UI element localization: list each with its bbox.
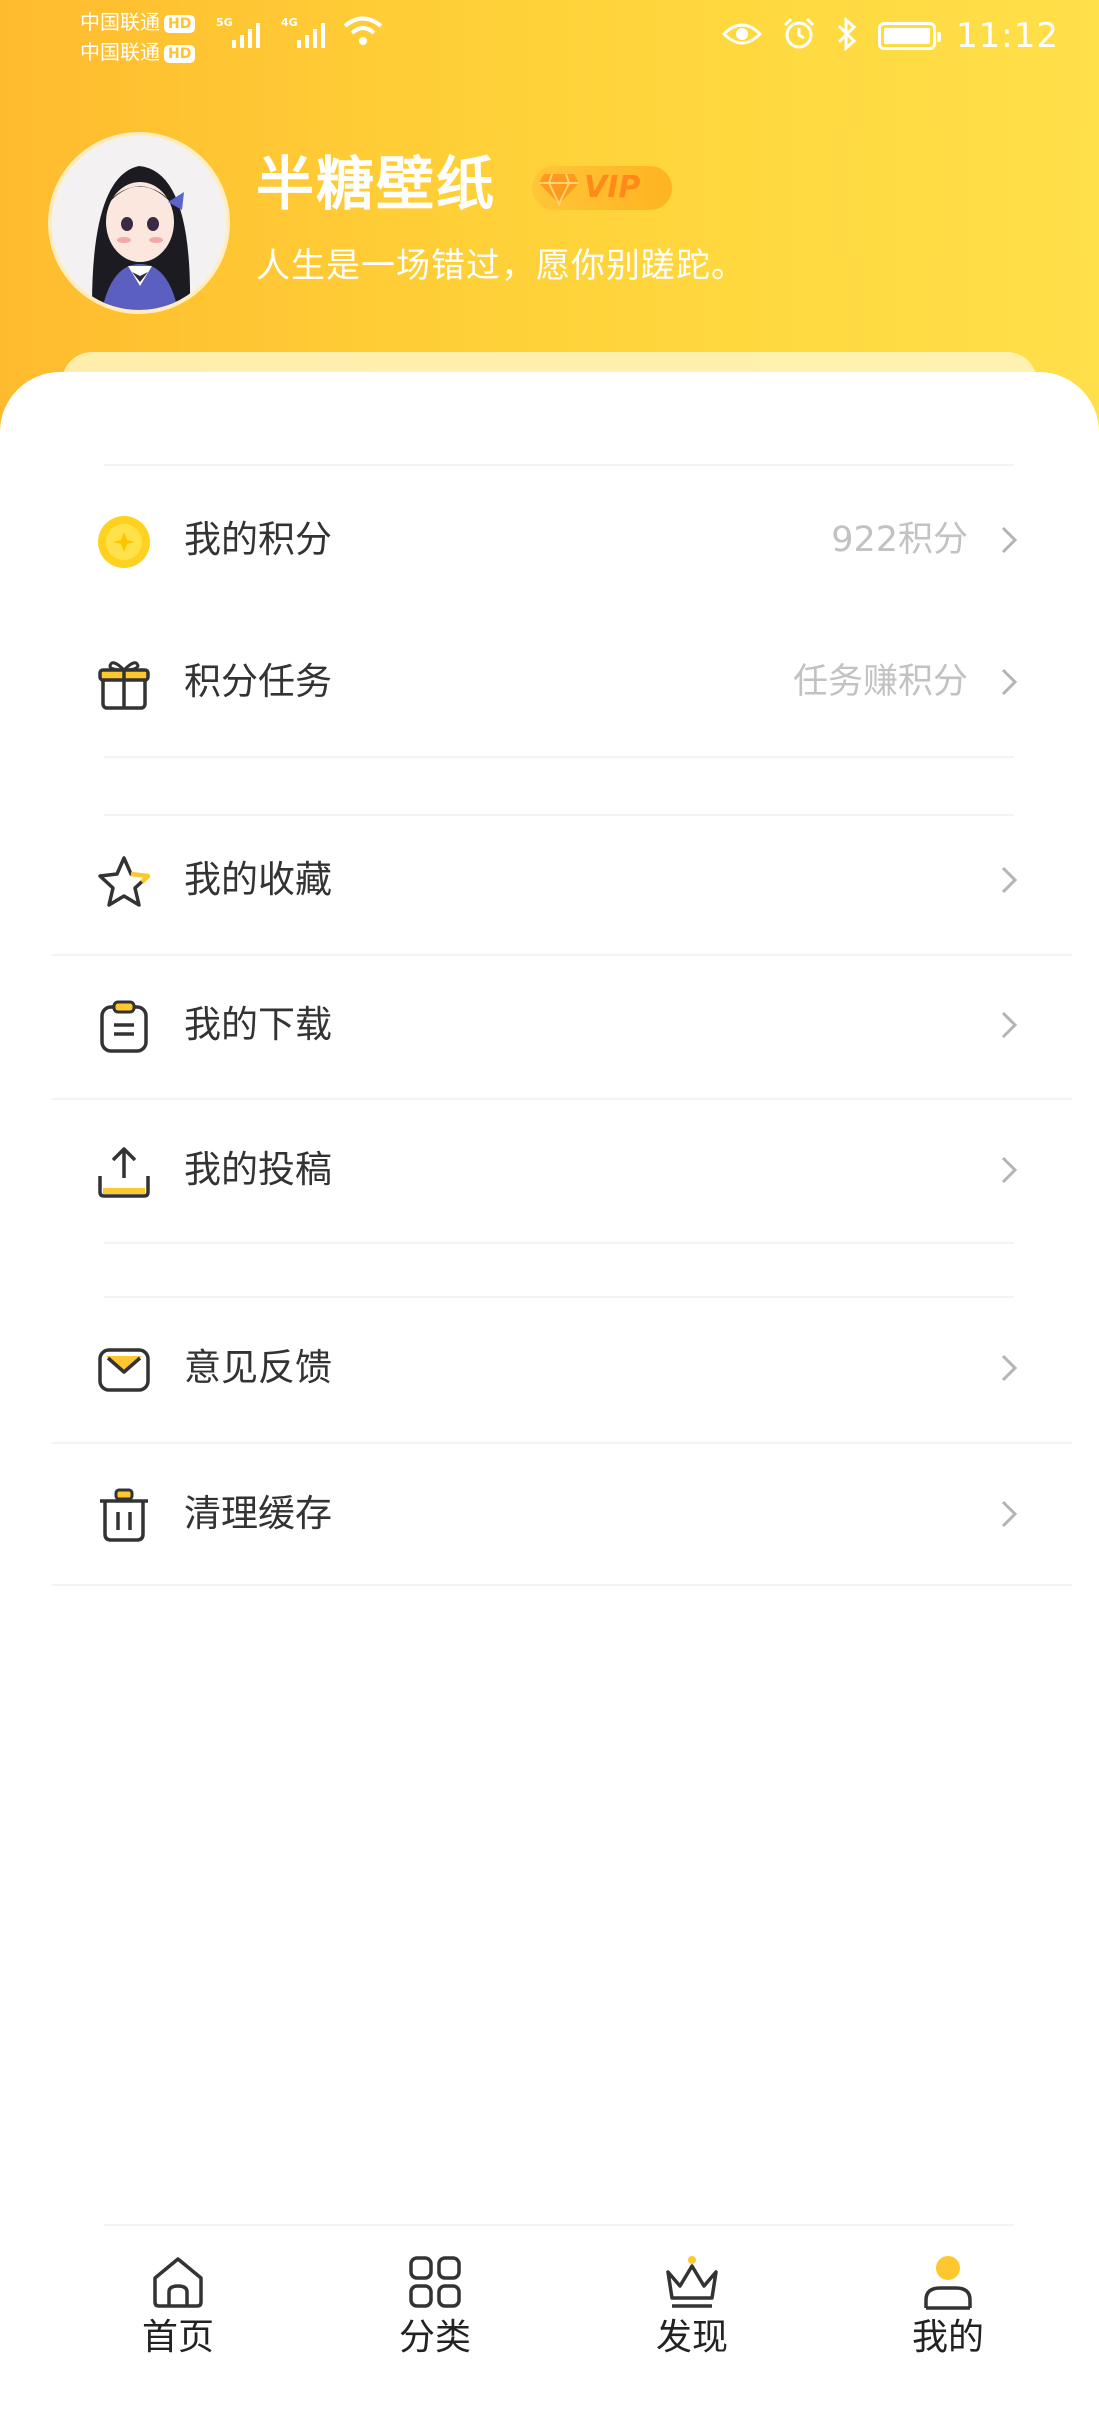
trash-icon bbox=[96, 1488, 152, 1544]
gift-icon bbox=[96, 656, 152, 712]
carrier-2-name: 中国联通 bbox=[80, 40, 160, 64]
menu-item-tasks[interactable]: 积分任务 任务赚积分 bbox=[52, 622, 1052, 742]
tasks-value: 任务赚积分 bbox=[792, 662, 968, 702]
carrier-2: 中国联通 HD bbox=[80, 40, 196, 64]
avatar[interactable] bbox=[52, 136, 226, 310]
battery-icon bbox=[878, 22, 942, 50]
tab-category[interactable]: 分类 bbox=[365, 2254, 505, 2374]
user-icon bbox=[920, 2254, 976, 2310]
divider bbox=[52, 954, 1072, 956]
menu-item-favorites[interactable]: 我的收藏 bbox=[52, 820, 1052, 940]
crown-icon bbox=[664, 2254, 720, 2310]
menu-item-uploads-label: 我的投稿 bbox=[184, 1148, 332, 1191]
menu-item-points-label: 我的积分 bbox=[184, 518, 332, 561]
grid-icon bbox=[407, 2254, 463, 2310]
status-bar-right: 11:12 bbox=[721, 12, 1059, 60]
menu-item-feedback[interactable]: 意见反馈 bbox=[52, 1308, 1052, 1428]
menu-item-downloads[interactable]: 我的下载 bbox=[52, 965, 1052, 1085]
vip-badge: VIP bbox=[532, 166, 672, 210]
tab-mine-label: 我的 bbox=[911, 2317, 984, 2358]
status-bar-left: 中国联通 HD 中国联通 HD 5G 4G bbox=[80, 4, 383, 68]
bluetooth-icon bbox=[836, 16, 858, 55]
sim1-network-label: 5G bbox=[216, 16, 233, 29]
points-value: 922积分 bbox=[831, 520, 968, 560]
menu-item-clear-cache-label: 清理缓存 bbox=[184, 1492, 332, 1535]
carrier-1-name: 中国联通 bbox=[80, 10, 160, 34]
divider bbox=[104, 756, 1014, 758]
signal-4g-icon: 4G bbox=[281, 16, 329, 55]
hd-badge-2: HD bbox=[164, 44, 196, 63]
eye-icon bbox=[721, 20, 763, 52]
tab-discover-label: 发现 bbox=[655, 2317, 728, 2358]
menu-item-uploads[interactable]: 我的投稿 bbox=[52, 1110, 1052, 1230]
mail-icon bbox=[96, 1342, 152, 1398]
chevron-right-icon bbox=[994, 1352, 1024, 1384]
tab-home-label: 首页 bbox=[141, 2317, 214, 2358]
carrier-1: 中国联通 HD bbox=[80, 10, 196, 34]
tab-category-label: 分类 bbox=[398, 2317, 471, 2358]
tab-home[interactable]: 首页 bbox=[108, 2254, 248, 2374]
divider bbox=[52, 1442, 1072, 1444]
divider bbox=[104, 1242, 1014, 1244]
battery-fill bbox=[884, 28, 931, 44]
menu-item-clear-cache[interactable]: 清理缓存 bbox=[52, 1454, 1052, 1574]
chevron-right-icon bbox=[994, 1009, 1024, 1041]
coin-icon bbox=[96, 514, 152, 570]
tab-discover[interactable]: 发现 bbox=[622, 2254, 762, 2374]
divider bbox=[52, 1584, 1072, 1586]
chevron-right-icon bbox=[994, 1154, 1024, 1186]
username: 半糖壁纸 bbox=[256, 150, 497, 218]
vip-label: VIP bbox=[584, 170, 641, 205]
clipboard-icon bbox=[96, 999, 152, 1055]
bottom-tab-bar: 首页 分类 发现 我的 bbox=[0, 2224, 1099, 2419]
chevron-right-icon bbox=[994, 864, 1024, 896]
status-time: 11:12 bbox=[956, 16, 1059, 56]
chevron-right-icon bbox=[994, 524, 1024, 556]
menu-item-favorites-label: 我的收藏 bbox=[184, 858, 332, 901]
star-icon bbox=[96, 854, 152, 910]
menu-item-downloads-label: 我的下载 bbox=[184, 1003, 332, 1046]
divider bbox=[104, 1296, 1014, 1298]
alarm-icon bbox=[782, 17, 816, 55]
divider bbox=[104, 464, 1014, 466]
divider bbox=[104, 814, 1014, 816]
menu-item-feedback-label: 意见反馈 bbox=[184, 1346, 332, 1389]
sim2-network-label: 4G bbox=[281, 16, 298, 29]
profile-signature: 人生是一场错过，愿你别蹉跎。 bbox=[256, 246, 746, 286]
wifi-icon bbox=[342, 14, 384, 53]
menu-item-points[interactable]: 我的积分 922积分 bbox=[52, 480, 1052, 600]
divider bbox=[52, 1098, 1072, 1100]
home-icon bbox=[150, 2254, 206, 2310]
signal-5g-icon: 5G bbox=[216, 16, 264, 55]
upload-icon bbox=[96, 1144, 152, 1200]
chevron-right-icon bbox=[994, 1498, 1024, 1530]
menu-item-tasks-label: 积分任务 bbox=[184, 660, 332, 703]
diamond-icon bbox=[538, 170, 580, 210]
tabbar-divider bbox=[104, 2224, 1014, 2226]
tab-mine[interactable]: 我的 bbox=[878, 2254, 1018, 2374]
chevron-right-icon bbox=[994, 666, 1024, 698]
hd-badge-1: HD bbox=[164, 14, 196, 33]
